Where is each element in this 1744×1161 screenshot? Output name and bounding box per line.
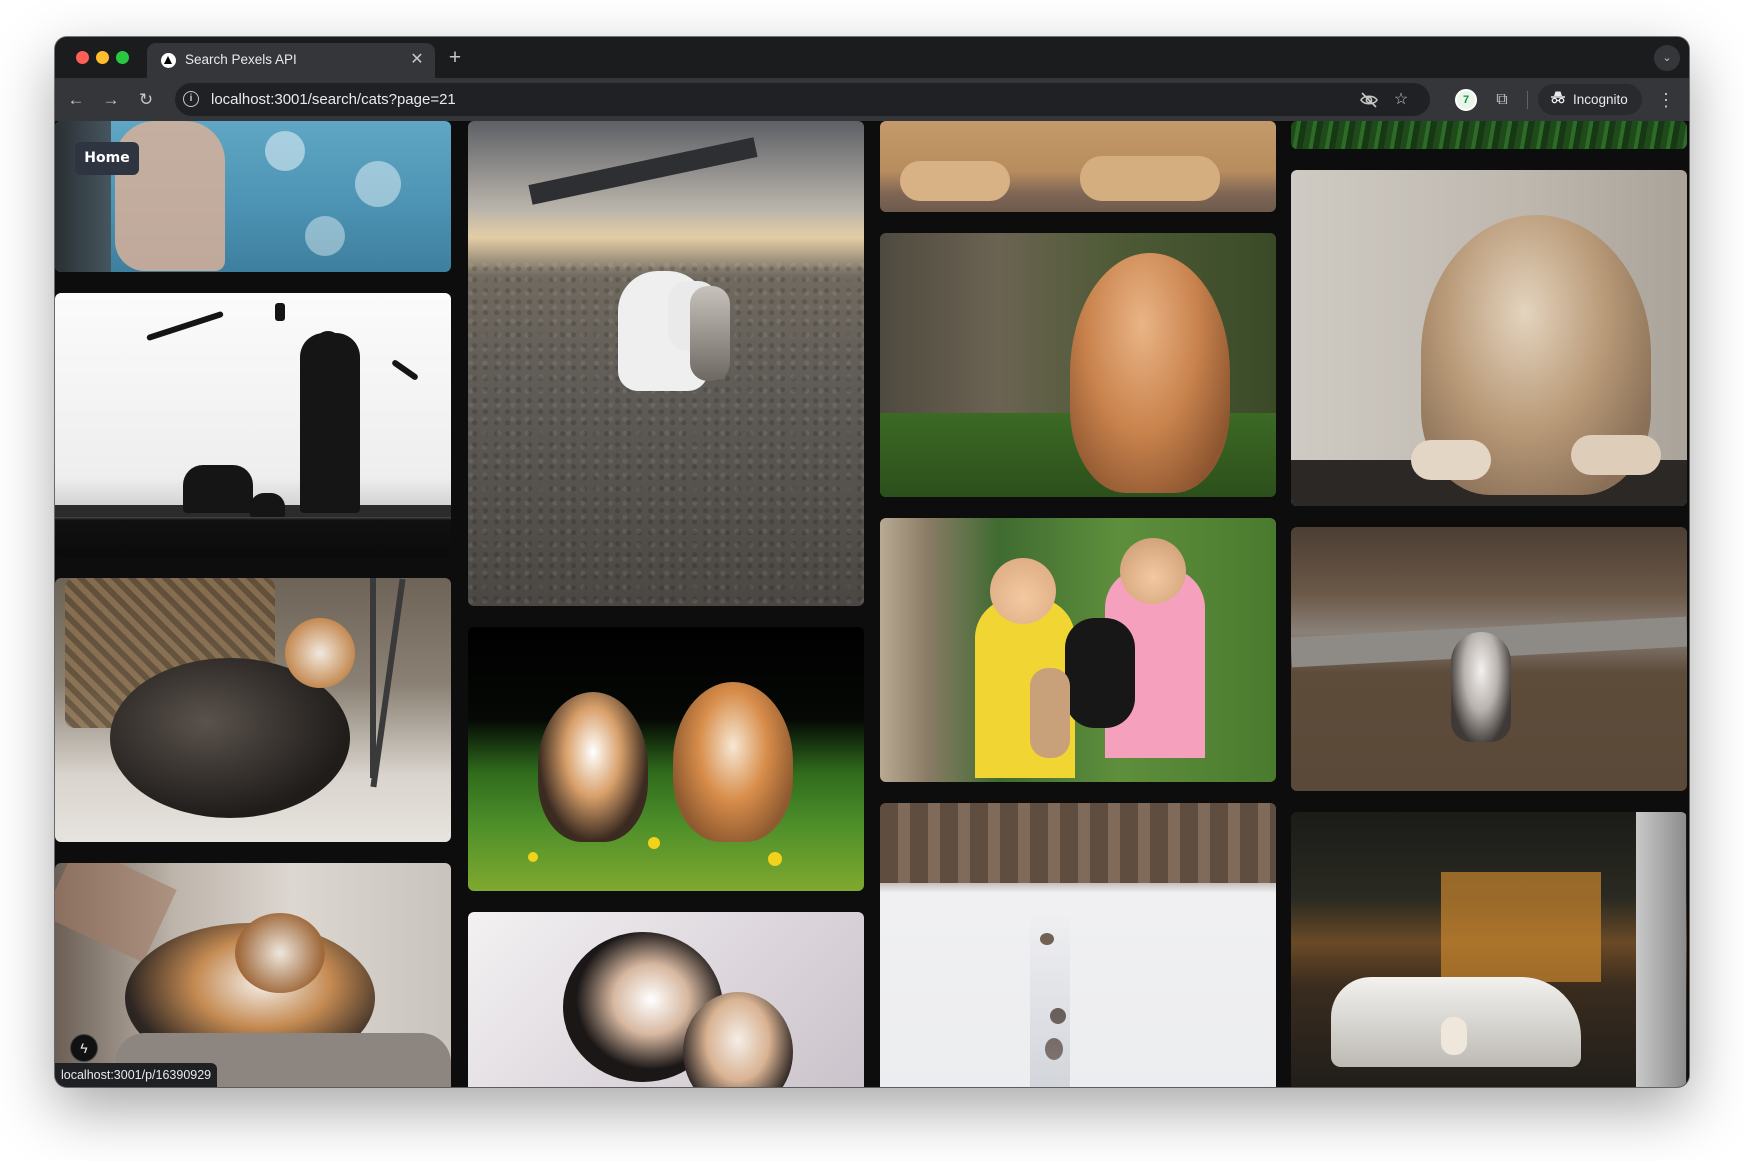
tab-strip: Search Pexels API ✕ + ⌄: [55, 37, 1689, 78]
close-window-button[interactable]: [76, 51, 89, 64]
incognito-label: Incognito: [1573, 92, 1628, 107]
url-text[interactable]: localhost:3001/search/cats?page=21: [211, 91, 456, 108]
back-button[interactable]: ←: [63, 87, 89, 113]
photo-two-kittens-grass[interactable]: [468, 627, 864, 891]
photo-silhouette-man-cats-birds[interactable]: [55, 293, 451, 557]
link-status-bar: localhost:3001/p/16390929: [55, 1063, 218, 1087]
photo-grass-strip[interactable]: [1291, 121, 1687, 149]
address-bar[interactable]: i localhost:3001/search/cats?page=21 ☆: [175, 83, 1430, 116]
minimize-window-button[interactable]: [96, 51, 109, 64]
new-tab-button[interactable]: +: [444, 47, 466, 70]
eye-off-icon[interactable]: [1358, 89, 1380, 111]
browser-toolbar: ← → ↻ i localhost:3001/search/cats?page=…: [55, 78, 1689, 121]
photo-calico-cat-petted[interactable]: [55, 863, 451, 1087]
maximize-window-button[interactable]: [116, 51, 129, 64]
photo-cats-near-basket[interactable]: [55, 578, 451, 842]
tab-search-pexels-api[interactable]: Search Pexels API ✕: [147, 43, 435, 78]
site-info-icon[interactable]: i: [183, 91, 199, 107]
photo-cats-on-white-car[interactable]: [1291, 812, 1687, 1087]
forward-button[interactable]: →: [98, 87, 124, 113]
bolt-icon[interactable]: ϟ: [70, 1034, 98, 1062]
incognito-button[interactable]: Incognito: [1538, 84, 1642, 115]
bookmark-star-icon[interactable]: ☆: [1390, 89, 1412, 111]
photo-lion-paws[interactable]: [880, 121, 1276, 212]
extensions-puzzle-icon[interactable]: ⧉: [1490, 88, 1514, 112]
photo-cats-in-snow[interactable]: [880, 803, 1276, 1087]
photo-two-cats-gravel[interactable]: [468, 121, 864, 606]
photo-kittens-blanket[interactable]: [468, 912, 864, 1087]
triangle-icon: [161, 53, 176, 68]
home-button[interactable]: Home: [75, 142, 139, 175]
photo-tabby-on-wall[interactable]: [1291, 170, 1687, 506]
photo-kids-holding-cats[interactable]: [880, 518, 1276, 782]
photo-cat-walking-lawn[interactable]: [1291, 527, 1687, 791]
tab-search-button[interactable]: ⌄: [1654, 45, 1680, 71]
extension-badge-icon[interactable]: 7: [1455, 89, 1477, 111]
reload-button[interactable]: ↻: [133, 87, 159, 113]
tab-title: Search Pexels API: [185, 52, 297, 67]
photo-orange-tabby[interactable]: [880, 233, 1276, 497]
browser-window: Search Pexels API ✕ + ⌄ ← → ↻ i localhos…: [55, 37, 1689, 1087]
photo-grid: Home ϟ localhost:3001/p/16390929: [55, 121, 1689, 1087]
more-menu-icon[interactable]: ⋮: [1654, 87, 1678, 113]
toolbar-divider: [1527, 91, 1528, 109]
incognito-icon: [1550, 89, 1566, 110]
close-icon[interactable]: ✕: [407, 50, 427, 70]
